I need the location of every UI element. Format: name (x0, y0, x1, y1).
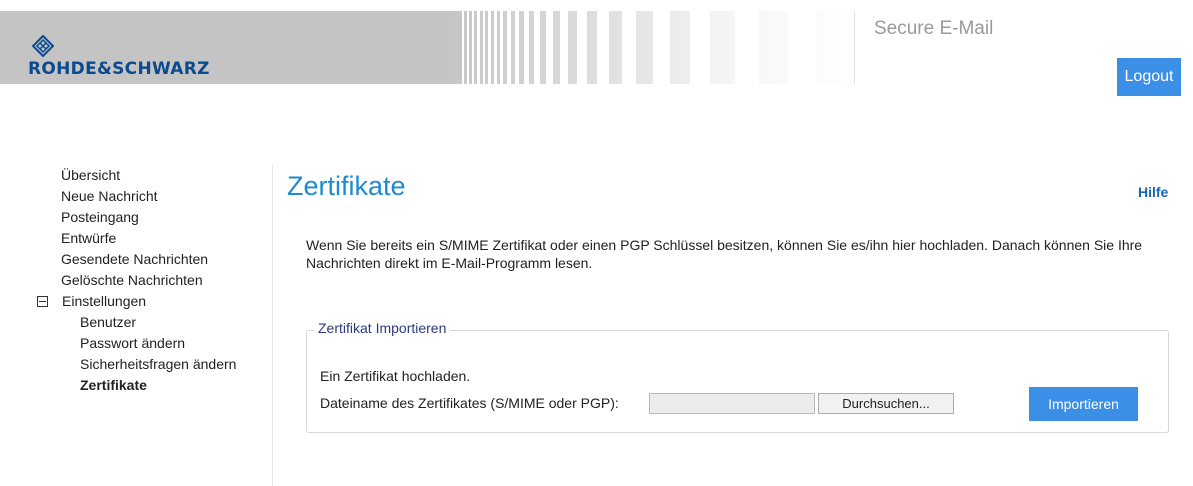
header-divider (854, 11, 855, 84)
sidebar-item-security-questions[interactable]: Sicherheitsfragen ändern (34, 354, 260, 375)
sidebar-item-change-password[interactable]: Passwort ändern (34, 333, 260, 354)
sidebar-divider (272, 165, 273, 486)
sidebar-item-drafts[interactable]: Entwürfe (34, 228, 270, 249)
header-banner: ROHDE&SCHWARZ (0, 11, 849, 84)
intro-text: Wenn Sie bereits ein S/MIME Zertifikat o… (306, 237, 1143, 271)
certificate-file-input[interactable] (649, 393, 815, 414)
sidebar-item-settings[interactable]: Einstellungen (34, 291, 146, 312)
app-name: Secure E-Mail (874, 18, 994, 39)
brand-logo-text: ROHDE&SCHWARZ (28, 59, 210, 79)
help-link[interactable]: Hilfe (1138, 184, 1168, 200)
sidebar-item-new-message[interactable]: Neue Nachricht (34, 186, 270, 207)
section-legend: Zertifikat Importieren (314, 320, 451, 336)
sidebar-item-user[interactable]: Benutzer (34, 312, 260, 333)
import-certificate-section: Zertifikat Importieren Ein Zertifikat ho… (306, 320, 1169, 433)
browse-button[interactable]: Durchsuchen... (818, 393, 954, 414)
upload-caption: Ein Zertifikat hochladen. (320, 368, 471, 384)
logout-button[interactable]: Logout (1117, 58, 1181, 96)
sidebar-item-certificates[interactable]: Zertifikate (34, 375, 260, 396)
page-title: Zertifikate (287, 171, 406, 201)
sidebar-item-overview[interactable]: Übersicht (34, 165, 270, 186)
sidebar-item-inbox[interactable]: Posteingang (34, 207, 270, 228)
file-name-label: Dateiname des Zertifikates (S/MIME oder … (320, 395, 619, 411)
sidebar-nav: Übersicht Neue Nachricht Posteingang Ent… (34, 165, 270, 396)
import-button[interactable]: Importieren (1029, 387, 1138, 421)
sidebar-item-sent[interactable]: Gesendete Nachrichten (34, 249, 270, 270)
sidebar-item-settings-label: Einstellungen (62, 293, 147, 309)
collapse-icon[interactable] (37, 296, 48, 307)
rohde-schwarz-logo-icon (32, 35, 54, 57)
sidebar-item-deleted[interactable]: Gelöschte Nachrichten (34, 270, 270, 291)
